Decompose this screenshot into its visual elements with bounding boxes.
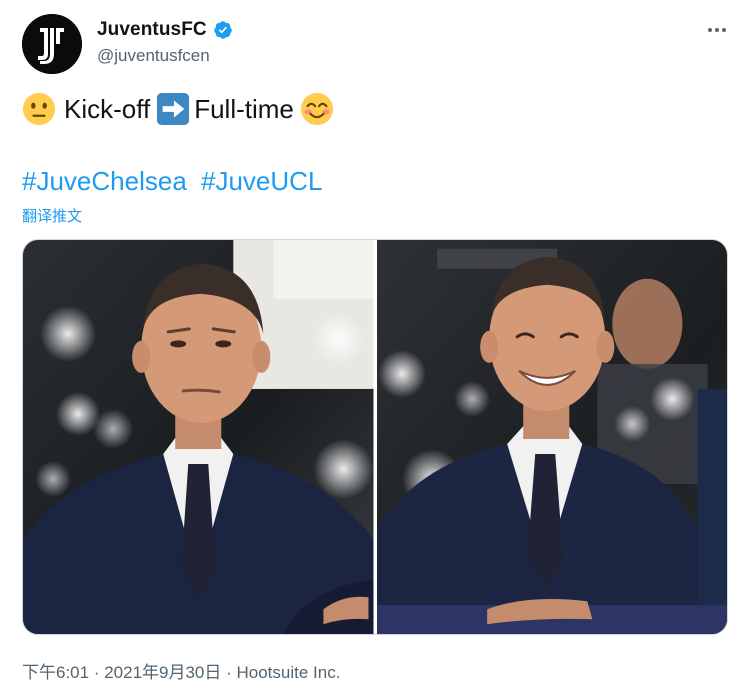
tweet-photo-1[interactable] bbox=[23, 240, 374, 634]
photo-1-image bbox=[23, 240, 374, 634]
more-options-icon bbox=[708, 28, 726, 32]
right-arrow-emoji-icon bbox=[157, 92, 190, 126]
more-options-button[interactable] bbox=[702, 20, 732, 40]
juventus-logo-icon bbox=[22, 14, 82, 74]
display-name-row: JuventusFC bbox=[97, 19, 233, 41]
account-handle[interactable]: @juventusfcen bbox=[97, 46, 210, 66]
neutral-face-emoji-icon bbox=[22, 92, 56, 126]
tweet-date[interactable]: 2021年9月30日 bbox=[104, 663, 221, 682]
tweet-card: JuventusFC @juventusfcen Kick-off Full-t… bbox=[0, 0, 750, 690]
hashtag-juvechelsea[interactable]: #JuveChelsea bbox=[22, 166, 187, 196]
avatar[interactable] bbox=[22, 14, 82, 74]
photo-2-image bbox=[376, 240, 727, 634]
tweet-time[interactable]: 下午6:01 bbox=[22, 663, 89, 682]
tweet-hashtags: #JuveChelsea #JuveUCL bbox=[22, 166, 322, 197]
tweet-text-kickoff: Kick-off bbox=[64, 93, 151, 124]
tweet-text-fulltime: Full-time bbox=[194, 93, 294, 124]
display-name[interactable]: JuventusFC bbox=[97, 19, 207, 41]
tweet-metadata: 下午6:01 · 2021年9月30日 · Hootsuite Inc. bbox=[22, 658, 340, 683]
tweet-photo-2[interactable] bbox=[376, 240, 727, 634]
tweet-source[interactable]: Hootsuite Inc. bbox=[237, 663, 341, 682]
smiling-face-emoji-icon bbox=[300, 92, 333, 126]
tweet-text: Kick-off Full-time bbox=[22, 92, 334, 126]
translate-tweet-link[interactable]: 翻译推文 bbox=[22, 205, 82, 226]
hashtag-juveucl[interactable]: #JuveUCL bbox=[201, 166, 322, 196]
separator: · bbox=[221, 663, 237, 682]
separator: · bbox=[89, 663, 105, 682]
verified-badge-icon bbox=[213, 21, 232, 39]
tweet-media bbox=[22, 239, 728, 635]
